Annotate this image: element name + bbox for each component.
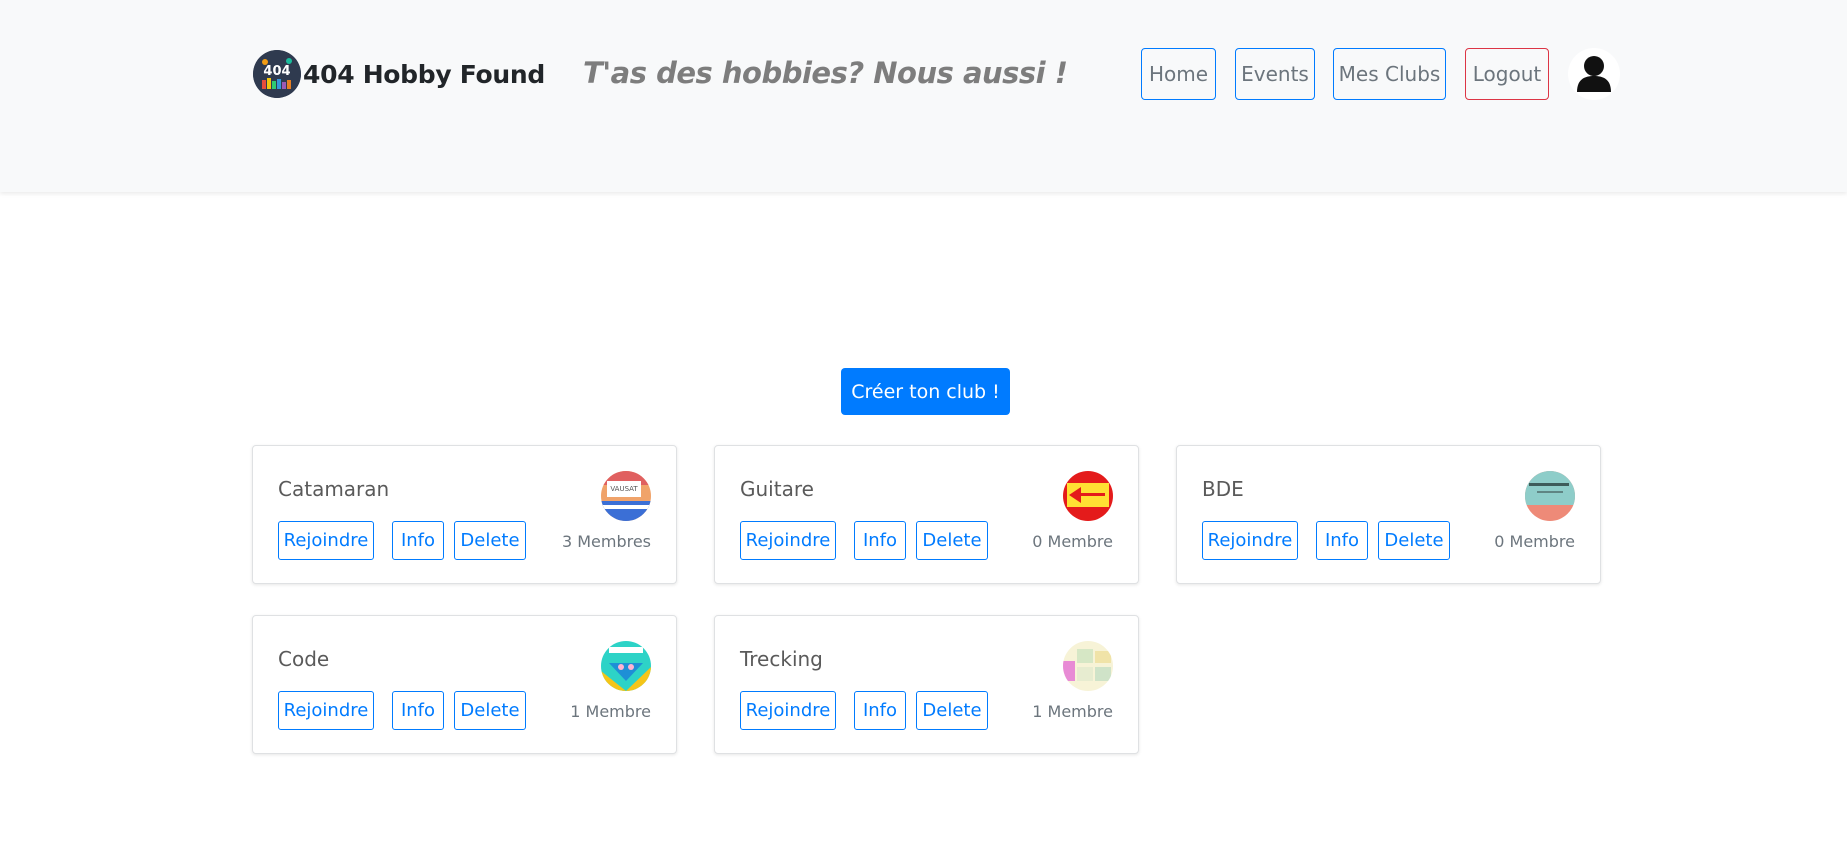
delete-button[interactable]: Delete — [916, 691, 988, 730]
club-name: Guitare — [740, 477, 814, 501]
delete-button[interactable]: Delete — [454, 691, 526, 730]
club-image — [1525, 471, 1575, 521]
club-card-trecking: Trecking Rejoindre Info Delete 1 Membre — [714, 615, 1139, 754]
club-image — [601, 641, 651, 691]
club-card-catamaran: Catamaran VAUSAT Rejoindre Info Delete 3… — [252, 445, 677, 584]
club-image — [1063, 641, 1113, 691]
join-button[interactable]: Rejoindre — [740, 691, 836, 730]
member-count: 1 Membre — [570, 702, 651, 721]
delete-button[interactable]: Delete — [1378, 521, 1450, 560]
delete-button[interactable]: Delete — [916, 521, 988, 560]
join-button[interactable]: Rejoindre — [1202, 521, 1298, 560]
nav-events-button[interactable]: Events — [1235, 48, 1315, 100]
join-button[interactable]: Rejoindre — [740, 521, 836, 560]
navbar: 404 404 Hobby Found T'as des hobbies? No… — [0, 0, 1847, 192]
svg-text:404: 404 — [263, 64, 290, 79]
brand[interactable]: 404 404 Hobby Found — [253, 50, 545, 98]
club-name: BDE — [1202, 477, 1244, 501]
member-count: 1 Membre — [1032, 702, 1113, 721]
user-icon[interactable] — [1568, 48, 1620, 100]
logout-button[interactable]: Logout — [1465, 48, 1549, 100]
club-card-bde: BDE Rejoindre Info Delete 0 Membre — [1176, 445, 1601, 584]
svg-text:VAUSAT: VAUSAT — [610, 485, 638, 493]
member-count: 3 Membres — [561, 532, 651, 551]
info-button[interactable]: Info — [392, 521, 444, 560]
delete-button[interactable]: Delete — [454, 521, 526, 560]
info-button[interactable]: Info — [854, 691, 906, 730]
info-button[interactable]: Info — [854, 521, 906, 560]
brand-logo-icon: 404 — [253, 50, 301, 98]
nav-clubs-button[interactable]: Mes Clubs — [1333, 48, 1446, 100]
club-name: Catamaran — [278, 477, 390, 501]
club-image: VAUSAT — [601, 471, 651, 521]
info-button[interactable]: Info — [392, 691, 444, 730]
club-card-guitare: Guitare Rejoindre Info Delete 0 Membre — [714, 445, 1139, 584]
create-club-button[interactable]: Créer ton club ! — [841, 368, 1010, 415]
tagline: T'as des hobbies? Nous aussi ! — [583, 56, 1068, 90]
club-name: Trecking — [740, 647, 823, 671]
club-card-code: Code Rejoindre Info Delete 1 Membre — [252, 615, 677, 754]
nav-home-button[interactable]: Home — [1141, 48, 1216, 100]
info-button[interactable]: Info — [1316, 521, 1368, 560]
brand-name[interactable]: 404 Hobby Found — [303, 60, 545, 89]
club-image — [1063, 471, 1113, 521]
member-count: 0 Membre — [1494, 532, 1575, 551]
club-name: Code — [278, 647, 330, 671]
join-button[interactable]: Rejoindre — [278, 521, 374, 560]
member-count: 0 Membre — [1032, 532, 1113, 551]
join-button[interactable]: Rejoindre — [278, 691, 374, 730]
